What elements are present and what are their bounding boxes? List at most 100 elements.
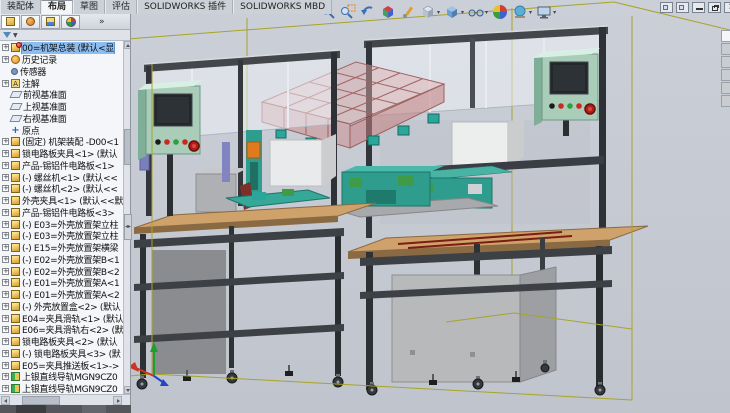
tree-item[interactable]: +上银直线导轨MGN9CZ0	[0, 383, 130, 394]
scroll-down-arrow[interactable]	[124, 386, 130, 394]
tree-item[interactable]: +E05=夹具推送板<1>->	[0, 359, 130, 371]
tree-item[interactable]: +(-) 螺丝机<2> (默认<<	[0, 183, 130, 195]
previous-view-button[interactable]	[358, 2, 378, 22]
tree-item[interactable]: +(-) E02=外壳放置架B<1	[0, 254, 130, 266]
zoom-to-area-button[interactable]	[338, 2, 358, 22]
tree-item[interactable]: +产品-锡铝件电路板<3>	[0, 207, 130, 219]
tree-item[interactable]: +(-) E15=外壳放置架横梁	[0, 242, 130, 254]
expand-toggle[interactable]: +	[2, 197, 9, 204]
tab-display-manager[interactable]	[61, 15, 80, 29]
view-orientation-button[interactable]: ▾	[418, 2, 442, 22]
task-pane-tab-file-explorer[interactable]	[721, 56, 730, 68]
tree-item[interactable]: +(-) 外壳放置盒<2> (默认	[0, 301, 130, 313]
close-button[interactable]: ×	[724, 2, 730, 13]
section-view-button[interactable]	[378, 2, 398, 22]
apply-scene-button[interactable]: ▾	[510, 2, 534, 22]
ribbon-tab-评估[interactable]: 评估	[105, 0, 137, 14]
tree-item[interactable]: +外壳夹具<1> (默认<<默	[0, 195, 130, 207]
expand-toggle[interactable]: +	[2, 150, 9, 157]
expand-toggle[interactable]: +	[2, 315, 9, 322]
expand-toggle[interactable]: +	[2, 244, 9, 251]
expand-toggle[interactable]: +	[2, 174, 9, 181]
ribbon-tab-草图[interactable]: 草图	[73, 0, 105, 14]
tree-item[interactable]: +锁电路板夹具<1> (默认	[0, 148, 130, 160]
tree-horizontal-scrollbar[interactable]	[0, 394, 130, 405]
expand-toggle[interactable]: +	[2, 185, 9, 192]
tree-item[interactable]: +锁电路板夹具<2> (默认	[0, 336, 130, 348]
edit-appearance-button[interactable]	[490, 2, 510, 22]
tab-configuration-manager[interactable]	[41, 15, 60, 29]
expand-toggle[interactable]: +	[2, 209, 9, 216]
minimize-button[interactable]	[692, 2, 705, 13]
task-pane-tab-design-library[interactable]	[721, 43, 730, 55]
display-style-button[interactable]: ▾	[442, 2, 466, 22]
tree-item[interactable]: +(-) E02=外壳放置架B<2	[0, 265, 130, 277]
expand-toggle[interactable]: +	[2, 385, 9, 392]
tree-item[interactable]: +(-) E03=外壳放置架立柱	[0, 218, 130, 230]
tree-item[interactable]: +上银直线导轨MGN9CZ0	[0, 371, 130, 383]
scroll-right-arrow[interactable]	[113, 396, 122, 405]
tree-item[interactable]: +历史记录	[0, 54, 130, 66]
tree-item[interactable]: +(-) E03=外壳放置架立柱	[0, 230, 130, 242]
expand-toggle[interactable]: +	[2, 373, 9, 380]
task-pane-tab-solidworks-resources[interactable]	[721, 30, 730, 42]
ribbon-tab-SOLIDWORKS MBD[interactable]: SOLIDWORKS MBD	[233, 0, 332, 14]
tree-item[interactable]: +产品-锡铝件电路板<1>	[0, 160, 130, 172]
tree-item[interactable]: 上视基准面	[0, 101, 130, 113]
expand-toggle[interactable]: +	[2, 268, 9, 275]
dynamic-annotation-views-button[interactable]	[398, 2, 418, 22]
scrollbar-thumb[interactable]	[22, 396, 60, 405]
hide-show-items-button[interactable]: ▾	[466, 2, 490, 22]
expand-toggle[interactable]: +	[2, 279, 9, 286]
tree-item[interactable]: +00=机架总装 (默认<显	[0, 42, 130, 54]
expand-toggle[interactable]: +	[2, 362, 9, 369]
expand-toggle[interactable]: +	[2, 138, 9, 145]
task-pane-tab-view-palette[interactable]	[721, 69, 730, 81]
expand-toggle[interactable]: +	[2, 303, 9, 310]
expand-toggle[interactable]: +	[2, 350, 9, 357]
tree-filter-bar[interactable]: ▼	[0, 30, 130, 41]
tree-item[interactable]: +注解	[0, 77, 130, 89]
chevron-down-icon[interactable]: ▾	[529, 9, 532, 16]
expand-toggle[interactable]: +	[2, 256, 9, 263]
tree-item[interactable]: +E06=夹具滑轨右<2> (默	[0, 324, 130, 336]
task-pane-tab-custom-properties[interactable]	[721, 95, 730, 107]
tree-item[interactable]: +(-) E01=外壳放置架A<1	[0, 277, 130, 289]
pane-toggle-2-button[interactable]	[676, 2, 689, 13]
tree-item[interactable]: 传感器	[0, 66, 130, 78]
chevron-down-icon[interactable]: ▾	[461, 9, 464, 16]
expand-toggle[interactable]: +	[2, 56, 9, 63]
expand-toggle[interactable]: +	[2, 162, 9, 169]
tree-item[interactable]: +(-) E01=外壳放置架A<2	[0, 289, 130, 301]
restore-button[interactable]	[708, 2, 721, 13]
tab-overflow-chevron[interactable]: »	[99, 17, 105, 27]
ribbon-tab-装配体[interactable]: 装配体	[0, 0, 41, 14]
tree-item[interactable]: +(固定) 机架装配 -D00<1	[0, 136, 130, 148]
ribbon-tab-布局[interactable]: 布局	[41, 0, 73, 14]
expand-toggle[interactable]: +	[2, 44, 9, 51]
scrollbar-thumb[interactable]	[124, 129, 130, 165]
expand-toggle[interactable]: +	[2, 338, 9, 345]
ribbon-tab-SOLIDWORKS 插件[interactable]: SOLIDWORKS 插件	[137, 0, 233, 14]
expand-toggle[interactable]: +	[2, 291, 9, 298]
chevron-down-icon[interactable]: ▾	[485, 9, 488, 16]
tab-property-manager[interactable]	[21, 15, 40, 29]
expand-toggle[interactable]: +	[2, 232, 9, 239]
view-settings-button[interactable]: ▾	[534, 2, 558, 22]
scroll-left-arrow[interactable]	[1, 396, 10, 405]
tree-item[interactable]: 原点	[0, 124, 130, 136]
tab-design-tree[interactable]	[1, 15, 20, 29]
tree-item[interactable]: +(-) 螺丝机<1> (默认<<	[0, 171, 130, 183]
expand-toggle[interactable]: +	[2, 326, 9, 333]
scroll-up-arrow[interactable]	[124, 41, 130, 49]
panel-flyout-handle[interactable]: ◂▸	[124, 214, 132, 240]
chevron-down-icon[interactable]: ▾	[553, 9, 556, 16]
expand-toggle[interactable]: +	[2, 80, 9, 87]
expand-toggle[interactable]: +	[2, 221, 9, 228]
pane-toggle-1-button[interactable]	[660, 2, 673, 13]
tree-item[interactable]: 右视基准面	[0, 113, 130, 125]
tree-item[interactable]: 前视基准面	[0, 89, 130, 101]
tree-item[interactable]: +(-) 锁电路板夹具<3> (默	[0, 348, 130, 360]
chevron-down-icon[interactable]: ▾	[437, 9, 440, 16]
tree-item[interactable]: +E04=夹具滑轨<1> (默认	[0, 312, 130, 324]
